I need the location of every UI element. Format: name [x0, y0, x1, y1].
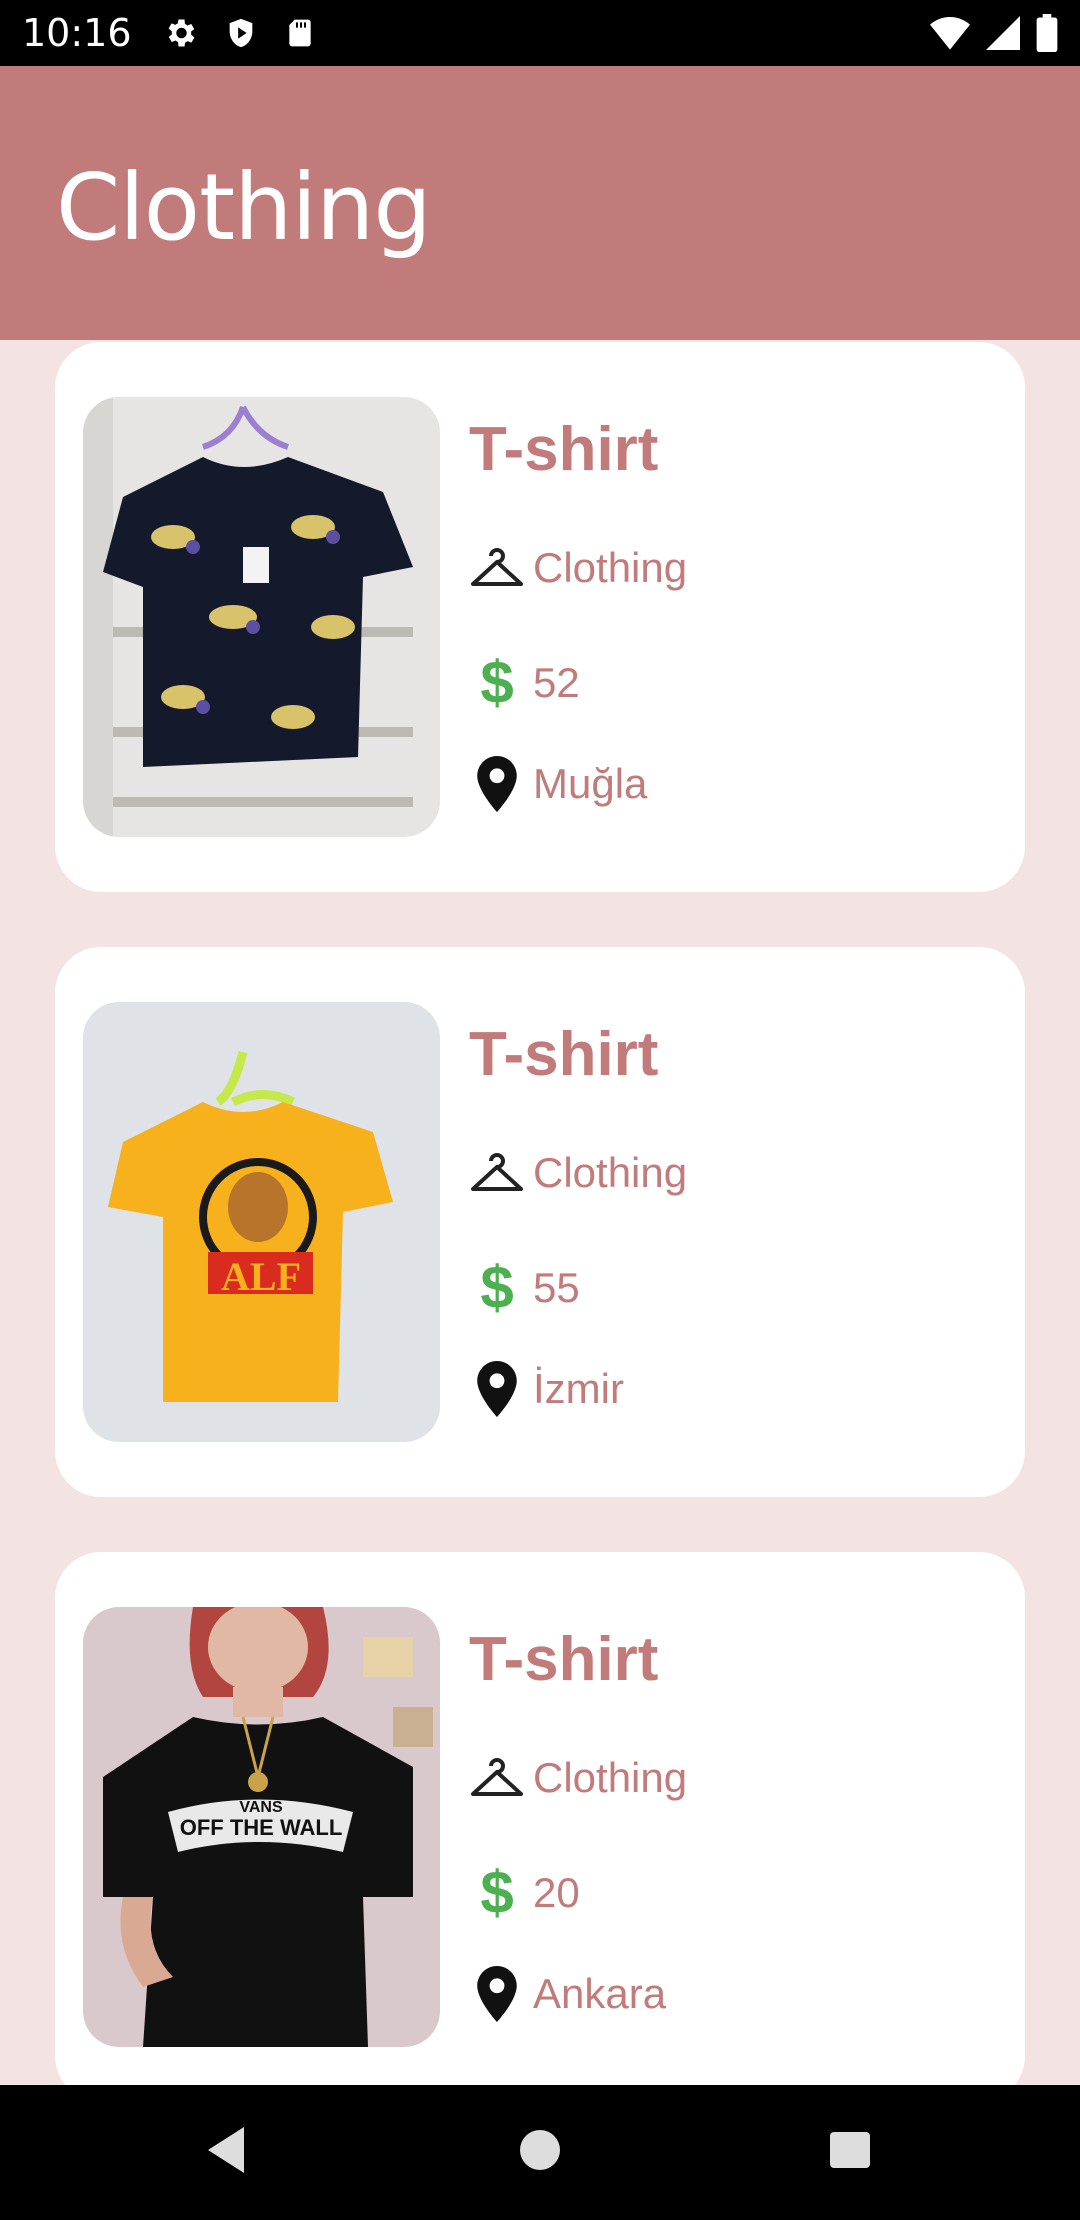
location-pin-icon	[469, 756, 525, 812]
item-location: Muğla	[533, 760, 648, 807]
shield-play-icon	[224, 15, 258, 51]
list-item[interactable]: OFF THE WALL VANS T-shirt Clothing $ 20 …	[55, 1552, 1025, 2085]
item-category: Clothing	[533, 1754, 688, 1801]
item-location: Ankara	[533, 1970, 667, 2017]
wifi-icon	[930, 16, 970, 50]
status-time: 10:16	[22, 11, 132, 55]
item-image: OFF THE WALL VANS	[83, 1607, 440, 2047]
status-bar: 10:16	[0, 0, 1080, 66]
item-category-row: Clothing	[469, 540, 687, 596]
page-title: Clothing	[56, 154, 432, 261]
hanger-icon	[469, 540, 525, 596]
dollar-icon: $	[480, 1859, 514, 1926]
item-category-row: Clothing	[469, 1750, 687, 1806]
dollar-icon: $	[480, 1254, 514, 1321]
item-category: Clothing	[533, 1149, 688, 1196]
sd-card-icon	[284, 15, 316, 51]
item-category: Clothing	[533, 544, 688, 591]
svg-text:OFF THE WALL: OFF THE WALL	[180, 1815, 343, 1840]
svg-text:ALF: ALF	[221, 1254, 301, 1299]
item-price-row: $ 20	[469, 1858, 580, 1927]
item-location-row: Ankara	[469, 1966, 666, 2022]
list-item[interactable]: ALF T-shirt Clothing $ 55 İzmir	[55, 947, 1025, 1497]
item-list[interactable]: T-shirt Clothing $ 52 Muğla ALF T-shirt …	[0, 340, 1080, 2085]
dollar-icon: $	[480, 649, 514, 716]
signal-icon	[986, 16, 1020, 50]
location-pin-icon	[469, 1361, 525, 1417]
item-title: T-shirt	[469, 1625, 659, 1694]
hanger-icon	[469, 1145, 525, 1201]
item-price-row: $ 55	[469, 1253, 580, 1322]
item-location-row: İzmir	[469, 1361, 624, 1417]
item-title: T-shirt	[469, 1020, 659, 1089]
battery-icon	[1036, 14, 1058, 52]
item-price: 52	[533, 658, 580, 706]
hanger-icon	[469, 1750, 525, 1806]
location-pin-icon	[469, 1966, 525, 2022]
gear-icon	[162, 15, 198, 51]
svg-text:VANS: VANS	[239, 1799, 283, 1816]
list-item[interactable]: T-shirt Clothing $ 52 Muğla	[55, 342, 1025, 892]
app-bar: Clothing	[0, 66, 1080, 340]
item-image	[83, 397, 440, 837]
item-location-row: Muğla	[469, 756, 647, 812]
back-button[interactable]	[204, 2125, 248, 2180]
item-price: 55	[533, 1263, 580, 1311]
item-price-row: $ 52	[469, 648, 580, 717]
item-title: T-shirt	[469, 415, 659, 484]
recents-button[interactable]	[828, 2125, 872, 2180]
item-image: ALF	[83, 1002, 440, 1442]
navigation-bar	[0, 2085, 1080, 2220]
item-category-row: Clothing	[469, 1145, 687, 1201]
item-price: 20	[533, 1868, 580, 1916]
home-button[interactable]	[518, 2125, 562, 2180]
item-location: İzmir	[533, 1365, 624, 1412]
